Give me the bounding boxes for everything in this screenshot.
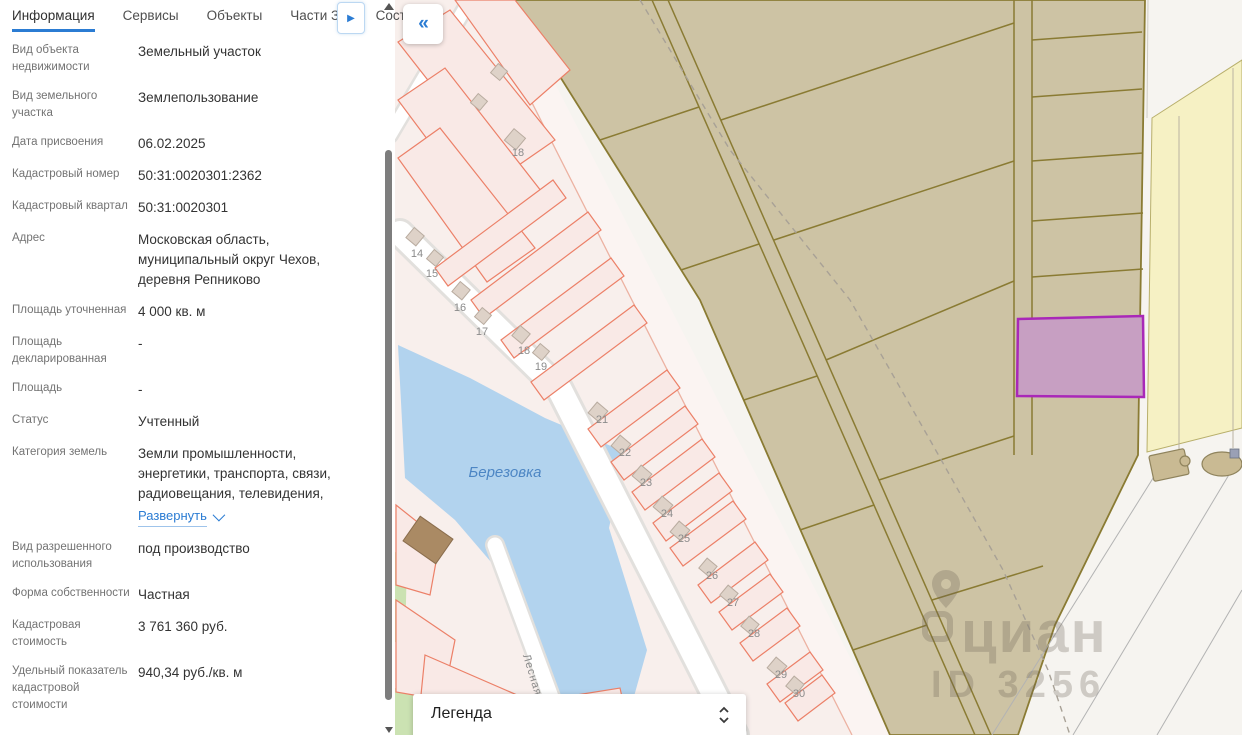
arrow-right-icon: ▶ [347,13,355,24]
field-value: 06.02.2025 [134,134,342,154]
field-value: - [134,334,342,368]
parcel-number-label: 27 [727,597,739,609]
parcel-number-label: 28 [748,628,760,640]
field-label: Вид разрешенного использования [12,539,134,573]
parcel-number-label: 17 [476,326,488,338]
field-value: 3 761 360 руб. [134,617,342,651]
field-row: Категория земель Земли промышленности, э… [12,444,342,527]
expand-link-label: Развернуть [138,506,207,527]
field-value: 940,34 руб./кв. м [134,663,342,714]
field-value: 4 000 кв. м [134,302,342,322]
field-row: Кадастровый квартал 50:31:0020301 [12,198,342,218]
water-label: Березовка [468,464,541,481]
tab-objects[interactable]: Объекты [207,8,263,29]
panel-collapse-button[interactable]: « [403,4,443,44]
field-row: Площадь декларированная - [12,334,342,368]
field-row: Вид земельного участка Землепользование [12,88,342,122]
field-label: Статус [12,412,134,432]
field-row: Вид разрешенного использования под произ… [12,539,342,573]
field-value: Московская область, муниципальный округ … [134,230,342,290]
field-label: Вид земельного участка [12,88,134,122]
parcel-number-label: 19 [535,361,547,373]
field-label: Площадь [12,380,134,400]
field-label: Категория земель [12,444,134,527]
field-row: Форма собственности Частная [12,585,342,605]
cadastral-map-app: Информация Сервисы Объекты Части ЗУ Сост… [0,0,1242,735]
field-value: 50:31:0020301:2362 [134,166,342,186]
field-row: Удельный показатель кадастровой стоимост… [12,663,342,714]
tab-information[interactable]: Информация [12,8,95,32]
legend-title: Легенда [431,705,492,723]
field-label: Кадастровый номер [12,166,134,186]
category-text: Земли промышленности, энергетики, трансп… [138,446,331,501]
field-label: Площадь декларированная [12,334,134,368]
parcel-number-label: 18 [518,345,530,357]
info-panel: Информация Сервисы Объекты Части ЗУ Сост… [0,0,395,735]
field-label: Форма собственности [12,585,134,605]
object-fields: Вид объекта недвижимости Земельный участ… [0,32,356,714]
parcel-number-label: 23 [640,477,652,489]
parcel-number-label: 18 [512,147,524,159]
field-row: Кадастровый номер 50:31:0020301:2362 [12,166,342,186]
parcel-number-label: 24 [661,508,673,520]
parcel-number-label: 22 [619,447,631,459]
watermark-id: ID 3256 [931,664,1106,706]
field-row: Дата присвоения 06.02.2025 [12,134,342,154]
legend-bar[interactable]: Легенда [413,694,746,735]
selected-parcel[interactable] [1017,316,1144,397]
field-label: Адрес [12,230,134,290]
field-value: Частная [134,585,342,605]
field-row: Адрес Московская область, муниципальный … [12,230,342,290]
field-label: Дата присвоения [12,134,134,154]
double-chevron-left-icon: « [418,13,428,35]
field-row: Статус Учтенный [12,412,342,432]
scroll-up-arrow[interactable] [384,3,394,10]
field-label: Площадь уточненная [12,302,134,322]
parcel-number-label: 26 [706,570,718,582]
field-value: Земельный участок [134,42,342,76]
panel-tabs: Информация Сервисы Объекты Части ЗУ Сост… [0,0,395,32]
parcel-number-label: 21 [596,414,608,426]
field-value: Землепользование [134,88,342,122]
field-value: Земли промышленности, энергетики, трансп… [134,444,342,527]
field-label: Удельный показатель кадастровой стоимост… [12,663,134,714]
parcel-number-label: 14 [411,248,423,260]
chevron-down-icon [212,509,225,522]
map-container: 18 14 15 16 17 18 19 21 22 23 24 25 26 2… [395,0,1242,735]
field-label: Кадастровый квартал [12,198,134,218]
watermark-brand: циан [961,600,1108,665]
map-canvas[interactable]: 18 14 15 16 17 18 19 21 22 23 24 25 26 2… [395,0,1242,735]
field-row: Вид объекта недвижимости Земельный участ… [12,42,342,76]
field-row: Кадастровая стоимость 3 761 360 руб. [12,617,342,651]
parcel-number-label: 15 [426,268,438,280]
parcel-number-label: 29 [775,669,787,681]
field-row: Площадь уточненная 4 000 кв. м [12,302,342,322]
expand-link[interactable]: Развернуть [138,506,222,527]
field-value: 50:31:0020301 [134,198,342,218]
field-row: Площадь - [12,380,342,400]
field-label: Вид объекта недвижимости [12,42,134,76]
panel-scrollbar [382,0,395,735]
field-value: под производство [134,539,342,573]
scroll-down-arrow[interactable] [385,727,393,733]
parcel-number-label: 25 [678,533,690,545]
tab-services[interactable]: Сервисы [123,8,179,29]
parcel-number-label: 30 [793,688,805,700]
expand-collapse-icon [718,705,730,725]
field-value: - [134,380,342,400]
field-label: Кадастровая стоимость [12,617,134,651]
scrollbar-thumb[interactable] [385,150,392,700]
parcel-number-label: 16 [454,302,466,314]
tabs-scroll-right-button[interactable]: ▶ [337,2,365,34]
field-value: Учтенный [134,412,342,432]
